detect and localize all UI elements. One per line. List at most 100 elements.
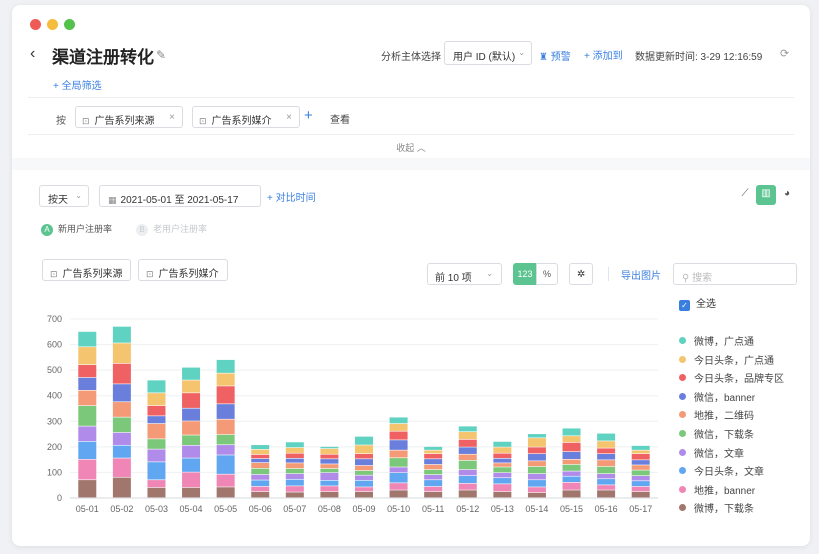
bar-segment[interactable] — [562, 482, 581, 490]
legend-item[interactable]: 今日头条，文章 — [679, 463, 764, 478]
bar-segment[interactable] — [527, 434, 546, 438]
bar-segment[interactable] — [216, 434, 235, 445]
bar-segment[interactable] — [216, 445, 235, 455]
bar-segment[interactable] — [562, 436, 581, 443]
minimize-window-button[interactable] — [47, 19, 58, 30]
bar-segment[interactable] — [562, 464, 581, 471]
bar-segment[interactable] — [285, 458, 304, 463]
bar-segment[interactable] — [147, 380, 166, 393]
bar-segment[interactable] — [493, 441, 512, 447]
bar-segment[interactable] — [285, 442, 304, 448]
bar-segment[interactable] — [78, 331, 97, 347]
bar-segment[interactable] — [251, 480, 270, 487]
bar-segment[interactable] — [424, 446, 443, 450]
bar-segment[interactable] — [493, 478, 512, 484]
bar-segment[interactable] — [112, 402, 131, 417]
legend-item[interactable]: 微博，广点通 — [679, 333, 754, 348]
bar-segment[interactable] — [389, 490, 408, 498]
bar-segment[interactable] — [527, 461, 546, 467]
view-button[interactable]: 查看 — [330, 111, 350, 126]
bar-segment[interactable] — [527, 492, 546, 498]
bar-segment[interactable] — [355, 475, 373, 481]
bar-segment[interactable] — [251, 468, 270, 475]
bar-segment[interactable] — [597, 433, 616, 441]
bar-segment[interactable] — [216, 359, 235, 373]
bar-segment[interactable] — [147, 393, 166, 406]
bar-segment[interactable] — [631, 465, 650, 470]
bar-segment[interactable] — [78, 441, 97, 460]
bar-segment[interactable] — [355, 470, 373, 475]
bar-segment[interactable] — [389, 472, 408, 483]
bar-segment[interactable] — [631, 491, 650, 498]
bar-segment[interactable] — [562, 490, 581, 498]
bar-segment[interactable] — [389, 467, 408, 473]
bar-segment[interactable] — [285, 453, 304, 459]
bar-chart-icon[interactable]: ▥ — [756, 185, 776, 205]
bar-segment[interactable] — [320, 454, 339, 459]
bar-segment[interactable] — [320, 468, 339, 473]
bar-segment[interactable] — [147, 423, 166, 439]
value-mode-percent[interactable]: % — [536, 263, 558, 285]
legend-item[interactable]: 今日头条，广点通 — [679, 352, 774, 367]
legend-item[interactable]: 微信，banner — [679, 389, 755, 404]
global-filter-button[interactable]: + 全局筛选 — [53, 77, 102, 92]
bar-segment[interactable] — [182, 367, 201, 380]
bar-segment[interactable] — [78, 347, 97, 365]
bar-segment[interactable] — [78, 480, 97, 498]
bar-segment[interactable] — [320, 464, 339, 469]
bar-segment[interactable] — [597, 441, 616, 448]
bar-segment[interactable] — [597, 466, 616, 474]
bar-segment[interactable] — [424, 454, 443, 459]
bar-segment[interactable] — [631, 470, 650, 476]
bar-segment[interactable] — [78, 365, 97, 378]
bar-segment[interactable] — [147, 449, 166, 462]
select-all-checkbox[interactable]: ✓ 全选 — [679, 295, 716, 311]
legend-item[interactable]: 地推，banner — [679, 482, 755, 497]
settings-button[interactable]: ✲ — [569, 263, 593, 285]
top-n-select[interactable]: 前 10 项 ⌄ — [427, 263, 502, 285]
bar-segment[interactable] — [458, 483, 477, 490]
bar-segment[interactable] — [320, 472, 339, 481]
bar-segment[interactable] — [493, 491, 512, 498]
chart-dimension-medium-button[interactable]: ⊡ 广告系列媒介 — [138, 259, 228, 281]
bar-segment[interactable] — [355, 459, 373, 466]
bar-segment[interactable] — [424, 474, 443, 480]
bar-segment[interactable] — [631, 445, 650, 450]
bar-segment[interactable] — [147, 439, 166, 449]
bar-segment[interactable] — [527, 447, 546, 454]
bar-segment[interactable] — [216, 455, 235, 474]
bar-segment[interactable] — [562, 442, 581, 452]
close-icon[interactable]: × — [169, 112, 175, 123]
alert-button[interactable]: ♜ 预警 — [539, 48, 571, 63]
bar-segment[interactable] — [597, 490, 616, 498]
add-to-button[interactable]: + 添加到 — [584, 47, 623, 62]
bar-segment[interactable] — [389, 423, 408, 431]
bar-segment[interactable] — [458, 447, 477, 454]
edit-title-icon[interactable]: ✎ — [156, 48, 166, 62]
bar-segment[interactable] — [112, 363, 131, 384]
metric-tab-new-user[interactable]: A 新用户注册率 — [41, 222, 112, 236]
line-chart-icon[interactable]: ⟋ — [735, 185, 755, 205]
bar-segment[interactable] — [355, 487, 373, 492]
bar-segment[interactable] — [458, 490, 477, 498]
bar-segment[interactable] — [147, 480, 166, 488]
bar-segment[interactable] — [562, 428, 581, 436]
bar-segment[interactable] — [562, 451, 581, 460]
bar-segment[interactable] — [355, 454, 373, 459]
bar-segment[interactable] — [562, 471, 581, 476]
bar-segment[interactable] — [597, 479, 616, 485]
metric-tab-old-user[interactable]: B 老用户注册率 — [136, 222, 207, 236]
bar-segment[interactable] — [389, 483, 408, 490]
bar-segment[interactable] — [527, 438, 546, 447]
bar-segment[interactable] — [251, 491, 270, 498]
bar-segment[interactable] — [285, 463, 304, 469]
bar-segment[interactable] — [527, 487, 546, 493]
legend-item[interactable]: 今日头条，品牌专区 — [679, 370, 784, 385]
bar-segment[interactable] — [182, 472, 201, 488]
bar-segment[interactable] — [285, 447, 304, 453]
bar-segment[interactable] — [355, 480, 373, 487]
bar-segment[interactable] — [631, 454, 650, 460]
bar-segment[interactable] — [458, 439, 477, 447]
bar-segment[interactable] — [147, 462, 166, 480]
bar-segment[interactable] — [112, 477, 131, 498]
